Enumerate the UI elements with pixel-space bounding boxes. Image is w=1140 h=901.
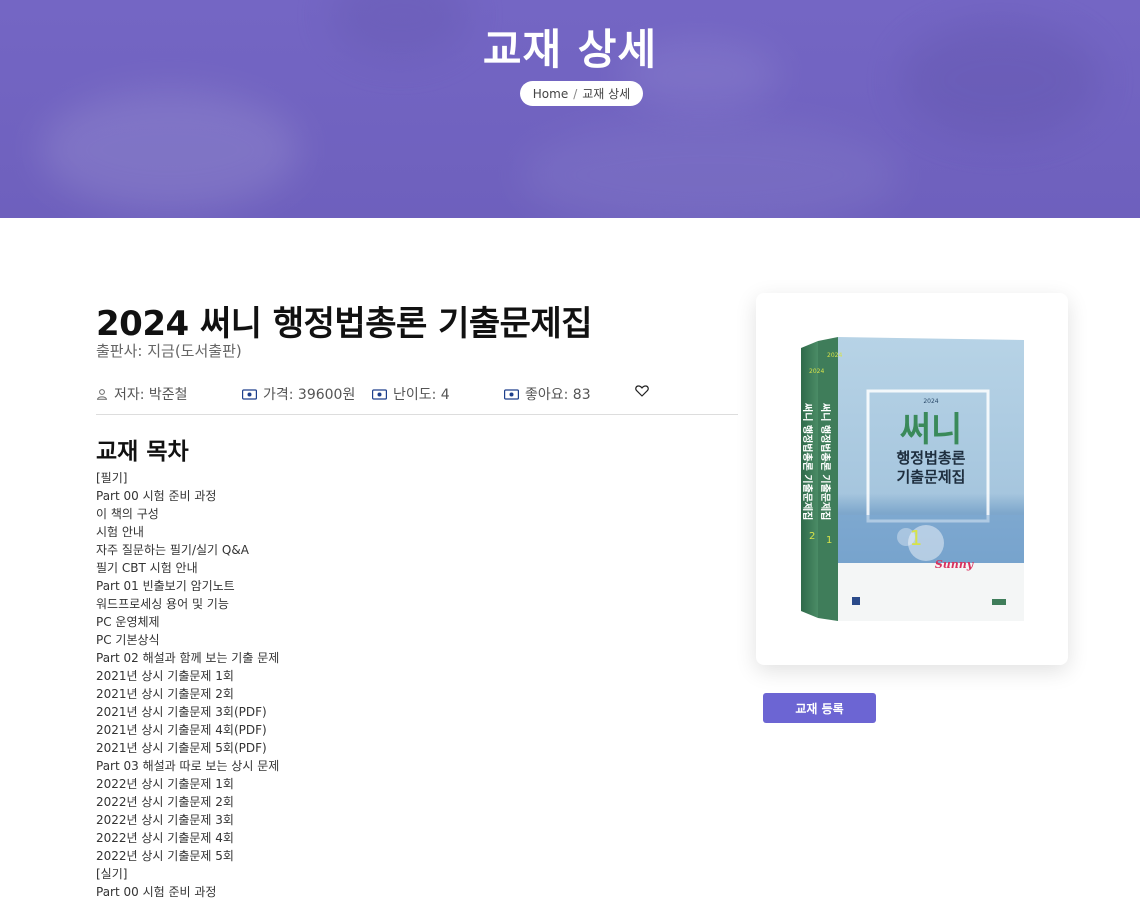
divider [96,414,738,415]
toc-item: Part 00 시험 준비 과정 [96,885,217,899]
toc-item: Part 01 빈출보기 암기노트 [96,579,235,593]
toc-item: [실기] [96,867,128,881]
book-difficulty: 난이도: 4 [372,384,450,404]
book-publisher: 출판사: 지금(도서출판) [96,342,242,360]
money-icon [372,388,387,400]
cover-year: 2024 [923,398,938,405]
toc-item: Part 00 시험 준비 과정 [96,489,217,503]
heart-icon[interactable] [635,385,649,397]
hero-background-shape [40,90,300,210]
svg-text:1: 1 [826,535,832,546]
toc-list: [필기] Part 00 시험 준비 과정 이 책의 구성 시험 안내 자주 질… [96,469,279,901]
toc-item: Part 03 해설과 따로 보는 상시 문제 [96,759,280,773]
toc-item: [필기] [96,471,128,485]
register-book-button[interactable]: 교재 등록 [763,693,876,723]
svg-text:2024: 2024 [827,352,842,359]
toc-item: Part 02 해설과 함께 보는 기출 문제 [96,651,280,665]
money-icon [242,388,257,400]
breadcrumb-home-link[interactable]: Home [533,87,568,101]
book-meta-row: 저자: 박준철 가격: 39600원 난이도: 4 좋아요: 83 [96,384,738,404]
toc-item: 필기 CBT 시험 안내 [96,561,198,575]
toc-item: 2021년 상시 기출문제 1회 [96,669,234,683]
page-title: 교재 상세 [482,25,658,74]
toc-item: 시험 안내 [96,525,144,539]
breadcrumb-separator: / [573,86,578,101]
toc-item: PC 기본상식 [96,633,160,647]
book-author-text: 저자: 박준철 [114,387,188,403]
cover-title-line1: 행정법총론 [896,449,965,467]
book-cover-image: 2024 2024 2 1 써니 행정법총론 기출문제집 써니 행정법총론 기출… [801,337,1024,621]
toc-item: 2021년 상시 기출문제 5회(PDF) [96,741,267,755]
book-likes-text: 좋아요: 83 [525,387,591,403]
breadcrumb: Home / 교재 상세 [520,81,643,106]
cover-volume: 1 [910,526,923,550]
money-icon [504,388,519,400]
user-icon [96,388,108,400]
toc-item: 2021년 상시 기출문제 3회(PDF) [96,705,267,719]
toc-item: 2022년 상시 기출문제 3회 [96,813,234,827]
book-price-text: 가격: 39600원 [263,387,356,403]
svg-text:써니 행정법총론 기출문제집: 써니 행정법총론 기출문제집 [801,403,814,520]
svg-text:써니 행정법총론 기출문제집: 써니 행정법총론 기출문제집 [819,403,832,520]
toc-item: 워드프로세싱 용어 및 기능 [96,597,229,611]
book-cover-card: 2024 2024 2 1 써니 행정법총론 기출문제집 써니 행정법총론 기출… [756,293,1068,665]
cover-brand: 써니 [900,410,963,450]
toc-item: 이 책의 구성 [96,507,159,521]
toc-item: PC 운영체제 [96,615,160,629]
cover-spine-year: 2024 [809,368,824,375]
toc-item: 2022년 상시 기출문제 4회 [96,831,234,845]
book-author: 저자: 박준철 [96,384,188,404]
hero-banner: 교재 상세 Home / 교재 상세 [0,0,1140,218]
toc-item: 2022년 상시 기출문제 5회 [96,849,234,863]
book-price: 가격: 39600원 [242,384,355,404]
hero-background-shape [520,120,900,218]
toc-item: 2021년 상시 기출문제 2회 [96,687,234,701]
breadcrumb-current: 교재 상세 [582,87,631,101]
book-title: 2024 써니 행정법총론 기출문제집 [96,304,593,344]
book-likes: 좋아요: 83 [504,384,591,404]
toc-item: 2022년 상시 기출문제 1회 [96,777,234,791]
toc-item: 자주 질문하는 필기/실기 Q&A [96,543,249,557]
cover-series: Sunny [935,558,975,571]
book-difficulty-text: 난이도: 4 [393,387,450,403]
cover-spine-volume-2: 2 [809,531,815,542]
cover-title-line2: 기출문제집 [896,468,965,486]
toc-item: 2021년 상시 기출문제 4회(PDF) [96,723,267,737]
toc-heading: 교재 목차 [96,439,189,465]
toc-item: 2022년 상시 기출문제 2회 [96,795,234,809]
